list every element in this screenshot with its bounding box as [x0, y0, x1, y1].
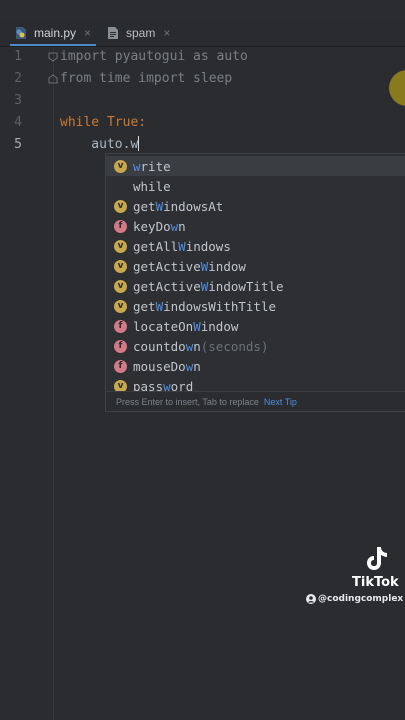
fold-marker-icon[interactable]	[48, 52, 58, 62]
match-highlight: W	[155, 298, 164, 314]
variable-badge-icon: v	[114, 279, 127, 293]
line-number: 1	[14, 49, 22, 64]
match-highlight: W	[155, 198, 164, 214]
variable-badge-icon: v	[114, 299, 127, 313]
code-line-2[interactable]: from time import sleep	[60, 68, 232, 90]
tiktok-handle: @codingcomplex	[306, 594, 403, 604]
completion-item-mousedown[interactable]: f mouseDo w n	[106, 356, 405, 376]
close-icon[interactable]: ×	[84, 26, 91, 40]
variable-badge-icon: v	[114, 199, 127, 213]
match-highlight: W	[178, 238, 186, 254]
completion-item-getactivewindow[interactable]: v getActive Window	[106, 256, 405, 276]
completion-item-while[interactable]: while	[106, 176, 405, 196]
tiktok-brand: TikTok	[352, 575, 399, 590]
match-highlight: W	[200, 258, 209, 274]
match-highlight: w	[133, 158, 141, 174]
tab-label: spam	[126, 26, 156, 40]
fold-marker-icon[interactable]	[48, 74, 58, 84]
line-number-current: 5	[14, 137, 22, 152]
completion-item-locateonwindow[interactable]: f locateOn Window	[106, 316, 405, 336]
line-number: 4	[14, 115, 22, 130]
code-line-1[interactable]: import pyautogui as auto	[60, 46, 248, 68]
completion-item-countdown[interactable]: f countdo w n (seconds)	[106, 336, 405, 356]
tiktok-logo-icon	[367, 547, 387, 570]
match-highlight: W	[200, 278, 209, 294]
tab-main-py[interactable]: main.py ×	[14, 20, 91, 46]
editor-tab-bar: main.py × spam ×	[0, 20, 405, 46]
code-punctuation: :	[138, 115, 147, 130]
variable-badge-icon: v	[114, 239, 127, 253]
completion-item-keydown[interactable]: f keyDo w n	[106, 216, 405, 236]
completion-item-getallwindows[interactable]: v getAll Windows	[106, 236, 405, 256]
completion-item-write[interactable]: v w rite	[106, 156, 405, 176]
completion-signature: (seconds)	[200, 338, 269, 354]
code-line-4[interactable]: while True:	[60, 112, 146, 134]
completion-item-getactivewindowtitle[interactable]: v getActive WindowTitle	[106, 276, 405, 296]
text-file-icon	[106, 26, 120, 40]
variable-badge-icon: v	[114, 259, 127, 273]
completion-item-getwindowsat[interactable]: v get WindowsAt	[106, 196, 405, 216]
gutter-separator	[53, 47, 54, 720]
tab-spam[interactable]: spam ×	[106, 20, 170, 46]
keyword-badge-icon	[114, 180, 127, 193]
match-highlight: w	[185, 338, 194, 354]
text-caret	[138, 136, 140, 151]
python-file-icon	[14, 26, 28, 40]
line-number: 3	[14, 93, 22, 108]
variable-badge-icon: v	[114, 159, 127, 173]
function-badge-icon: f	[114, 359, 127, 373]
next-tip-link[interactable]: Next Tip	[264, 397, 297, 407]
completion-footer: Press Enter to insert, Tab to replace Ne…	[106, 391, 405, 411]
keyword: while True	[60, 115, 139, 130]
line-number: 2	[14, 71, 22, 86]
code-completion-popup: v w rite while v get WindowsAt f keyDo w n v…	[105, 153, 405, 412]
user-icon	[306, 594, 316, 604]
function-badge-icon: f	[114, 219, 127, 233]
close-icon[interactable]: ×	[163, 26, 170, 40]
code-text: auto.w	[60, 137, 139, 152]
match-highlight: w	[185, 358, 194, 374]
completion-item-getwindowswithtitle[interactable]: v get WindowsWithTitle	[106, 296, 405, 316]
match-highlight: w	[170, 218, 179, 234]
match-highlight: W	[193, 318, 201, 334]
function-badge-icon: f	[114, 339, 127, 353]
completion-hint: Press Enter to insert, Tab to replace	[116, 397, 259, 407]
tab-label: main.py	[34, 26, 77, 40]
pointer-highlight	[389, 70, 405, 106]
function-badge-icon: f	[114, 319, 127, 333]
